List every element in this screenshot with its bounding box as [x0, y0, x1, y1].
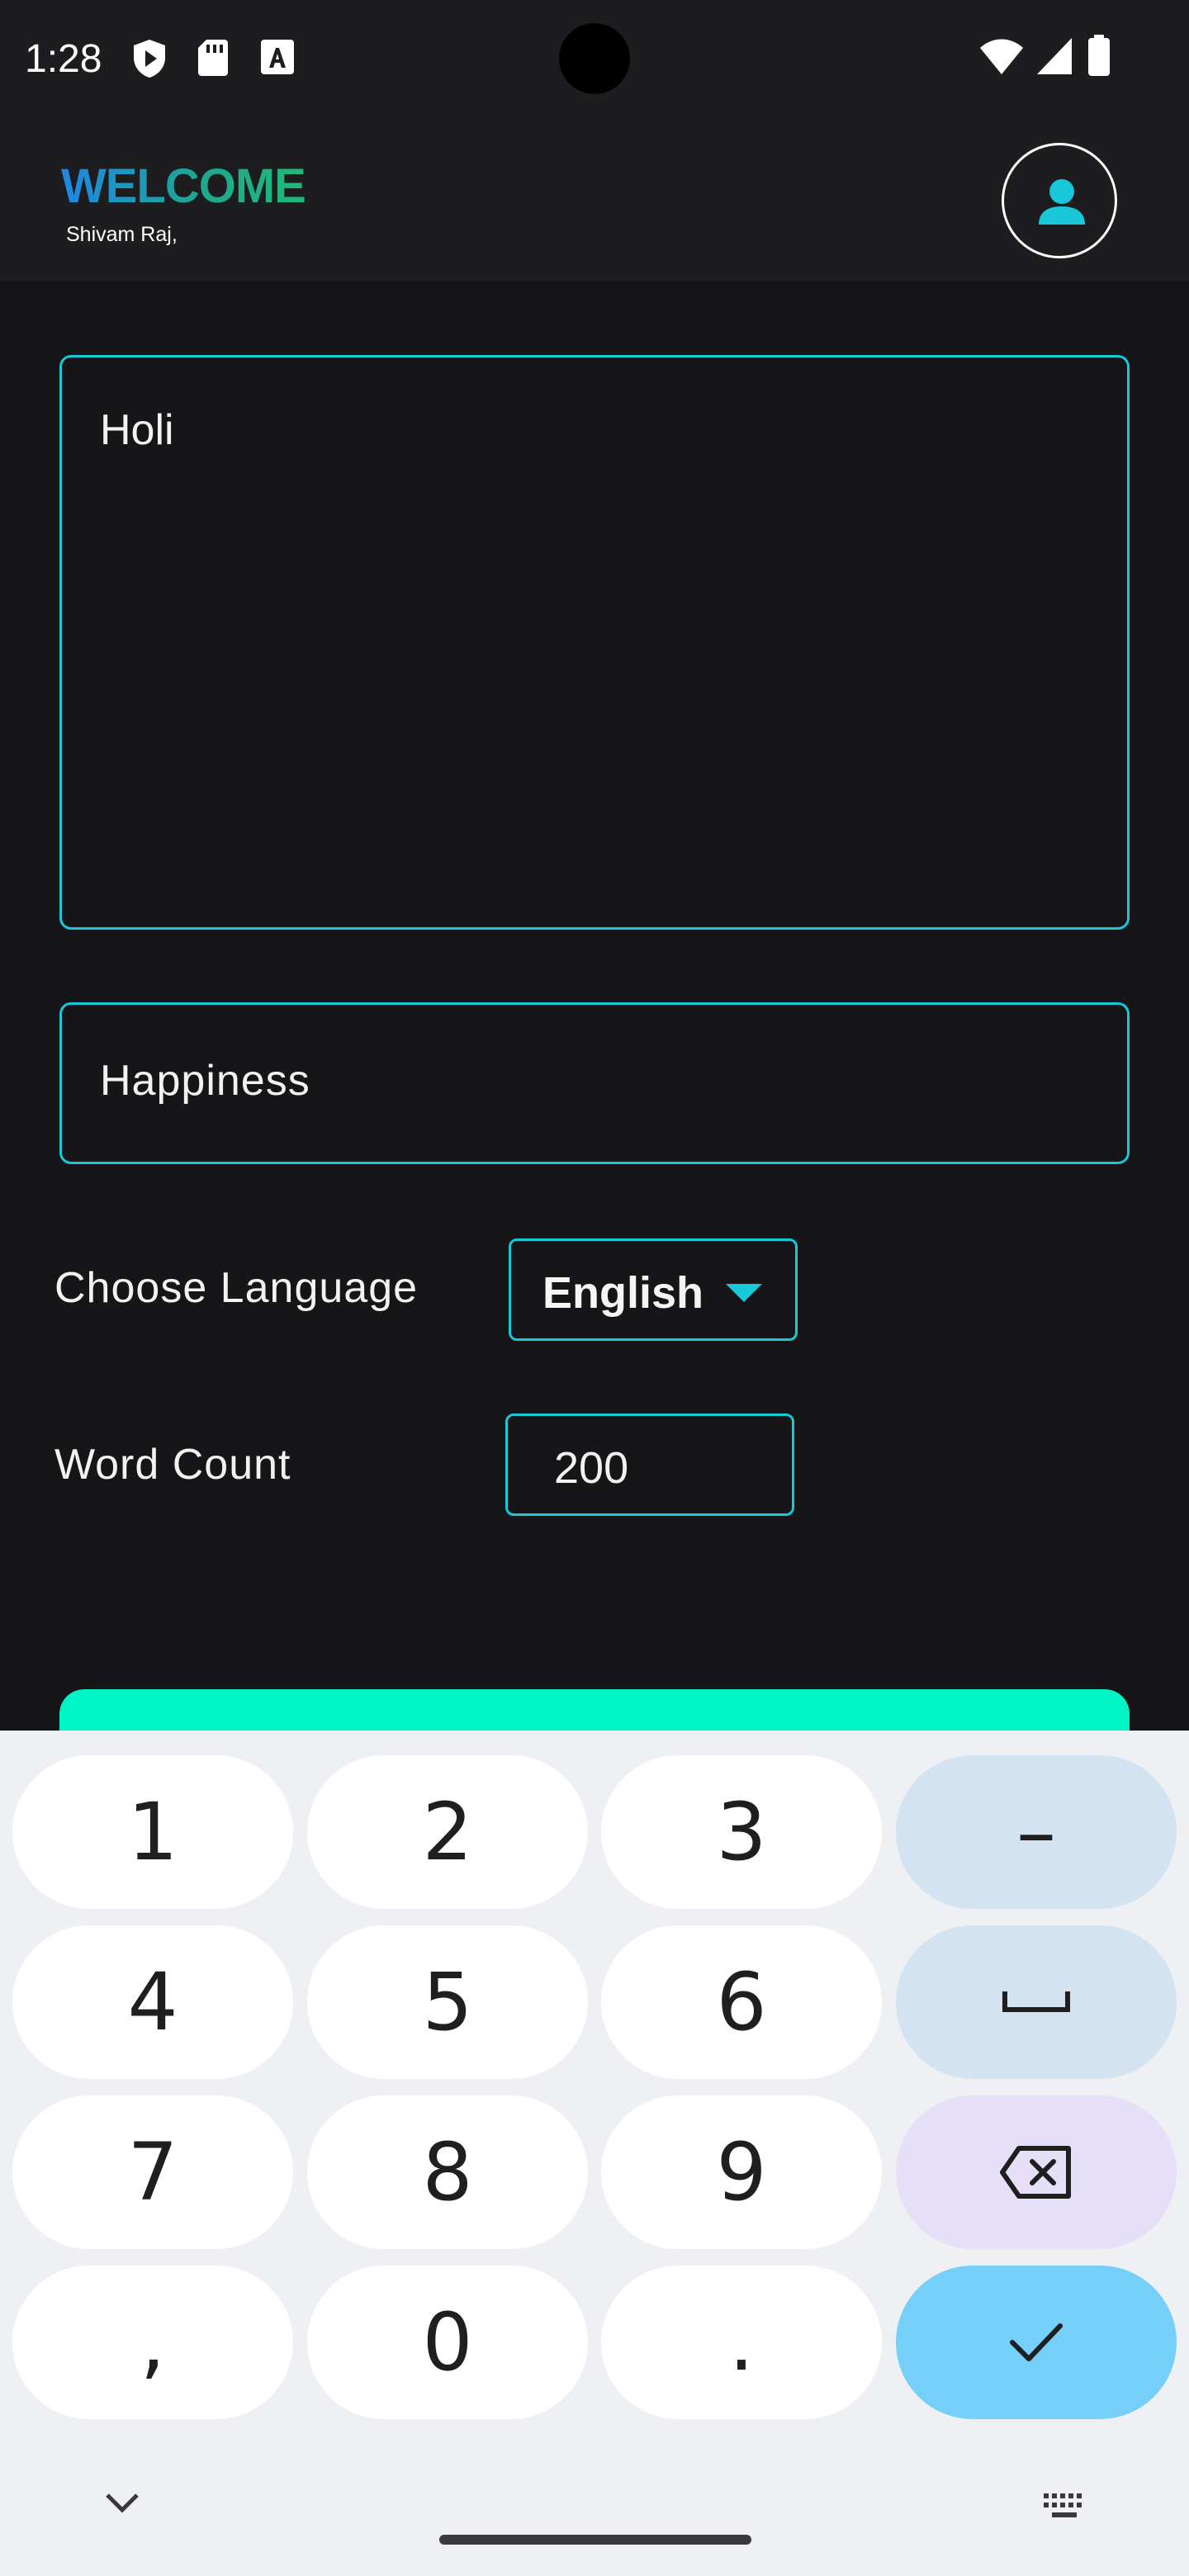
tone-input[interactable]: Happiness — [59, 1002, 1130, 1164]
word-count-value: 200 — [554, 1443, 629, 1493]
font-a-icon — [259, 38, 296, 80]
signal-icon — [1035, 36, 1073, 80]
language-dropdown[interactable]: English — [509, 1238, 798, 1341]
key-1[interactable]: 1 — [12, 1755, 293, 1909]
key-done[interactable] — [896, 2266, 1177, 2419]
home-indicator[interactable] — [439, 2535, 751, 2545]
key-6[interactable]: 6 — [601, 1925, 882, 2079]
status-time: 1:28 — [25, 37, 102, 81]
key-9[interactable]: 9 — [601, 2095, 882, 2249]
key-7[interactable]: 7 — [12, 2095, 293, 2249]
language-selected: English — [542, 1268, 704, 1318]
space-icon — [1002, 1991, 1070, 2012]
key-0[interactable]: 0 — [307, 2266, 588, 2419]
word-count-input[interactable]: 200 — [505, 1413, 794, 1516]
key-3[interactable]: 3 — [601, 1755, 882, 1909]
key-dash[interactable]: – — [896, 1755, 1177, 1909]
topic-textarea[interactable]: Holi — [59, 355, 1130, 930]
topic-text: Holi — [100, 406, 174, 454]
welcome-title: WELCOME — [61, 159, 306, 213]
battery-icon — [1087, 35, 1111, 82]
key-5[interactable]: 5 — [307, 1925, 588, 2079]
status-bar: 1:28 — [0, 0, 1189, 116]
shield-play-icon — [130, 38, 168, 83]
word-count-label: Word Count — [54, 1441, 291, 1489]
key-period[interactable]: . — [601, 2266, 882, 2419]
sd-card-icon — [197, 38, 230, 82]
wifi-icon — [979, 36, 1024, 80]
tone-text: Happiness — [100, 1057, 310, 1105]
person-icon — [1039, 179, 1085, 225]
key-space[interactable] — [896, 1925, 1177, 2079]
key-4[interactable]: 4 — [12, 1925, 293, 2079]
backspace-icon — [1000, 2146, 1071, 2199]
caret-down-icon — [726, 1284, 762, 1306]
front-camera — [559, 23, 630, 94]
key-backspace[interactable] — [896, 2095, 1177, 2249]
key-2[interactable]: 2 — [307, 1755, 588, 1909]
done-check-icon — [1010, 2323, 1063, 2361]
screen: 1:28 WELCOME Shivam Raj, Holi Happiness … — [0, 0, 1189, 2576]
keyboard-icon[interactable] — [1042, 2492, 1088, 2524]
user-name: Shivam Raj, — [66, 223, 178, 246]
choose-language-label: Choose Language — [54, 1264, 419, 1312]
key-comma[interactable]: , — [12, 2266, 293, 2419]
chevron-down-icon[interactable] — [104, 2492, 140, 2517]
profile-avatar-button[interactable] — [1002, 143, 1117, 258]
key-8[interactable]: 8 — [307, 2095, 588, 2249]
